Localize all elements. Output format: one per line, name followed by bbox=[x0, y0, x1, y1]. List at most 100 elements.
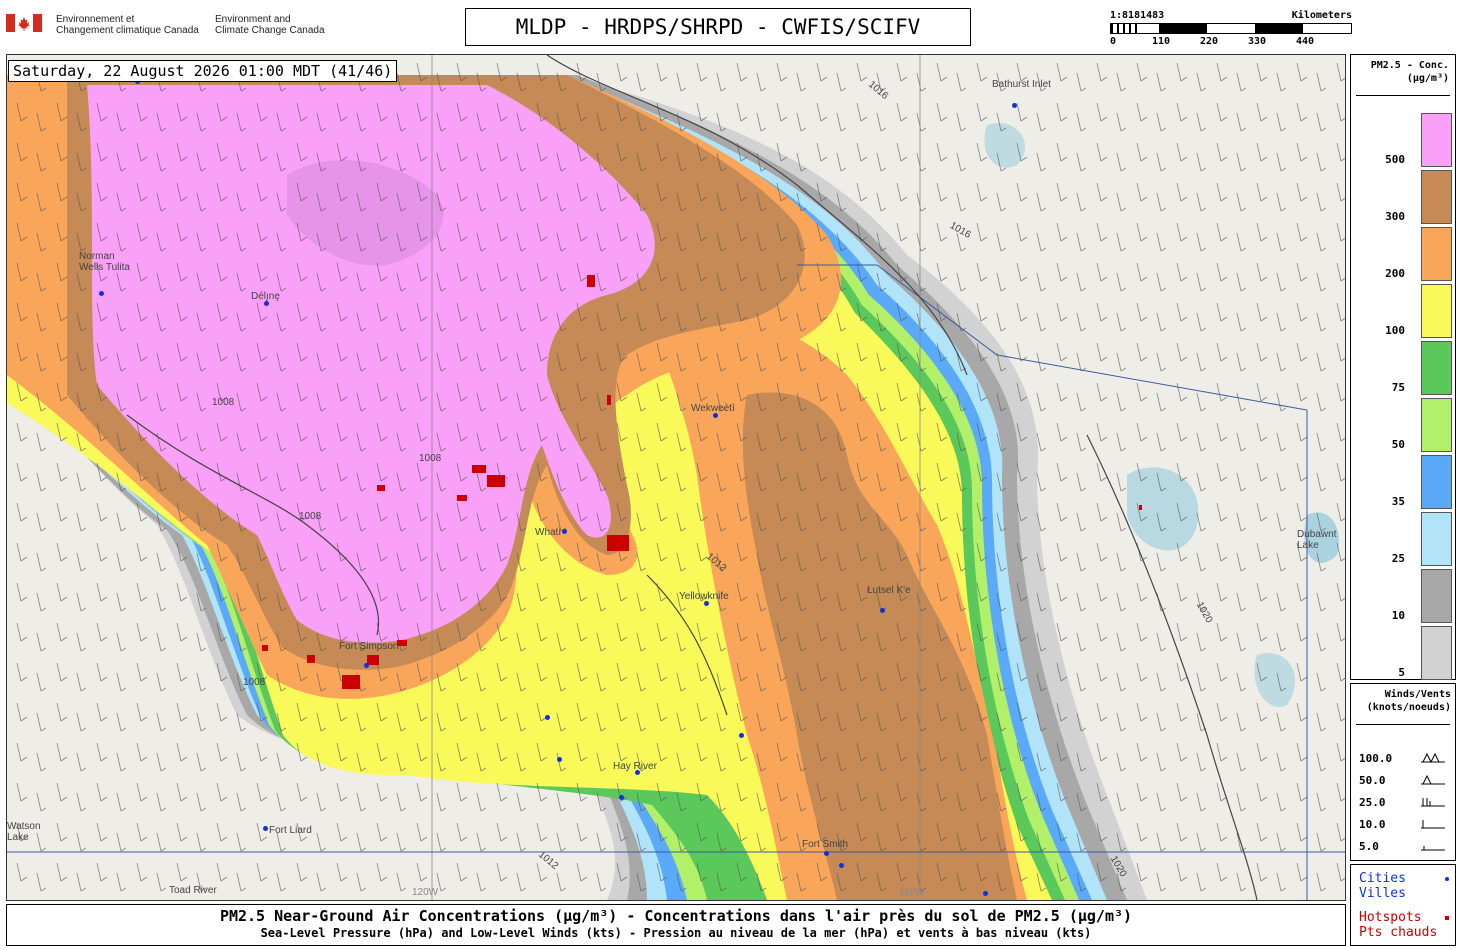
pts-chauds-label: Pts chauds bbox=[1359, 925, 1437, 940]
agency-fr-line2: Changement climatique Canada bbox=[56, 25, 199, 36]
map-panel[interactable]: Bathurst Inlet Norman Wells Tulita Délı̨… bbox=[6, 54, 1346, 901]
pm25-swatch bbox=[1421, 170, 1452, 224]
scale-graphic bbox=[1110, 23, 1352, 34]
hotspots-label-en: Hotspots bbox=[1359, 910, 1422, 925]
isobar-label: 1008 bbox=[243, 677, 266, 688]
city-label: Wekweètì bbox=[691, 403, 735, 414]
pm25-swatch bbox=[1421, 227, 1452, 281]
wind-speed-label: 50.0 bbox=[1359, 774, 1386, 787]
pm25-level-label: 200 bbox=[1385, 267, 1405, 280]
meridian-label: 110W bbox=[899, 887, 925, 898]
product-title: MLDP - HRDPS/SHRPD - CWFIS/SCIFV bbox=[465, 8, 971, 46]
pm25-level-label: 300 bbox=[1385, 210, 1405, 223]
scale-tick: 330 bbox=[1248, 36, 1267, 47]
pm25-swatch bbox=[1421, 626, 1452, 680]
city-label: Norman Wells Tulita bbox=[79, 251, 130, 273]
pm25-swatch bbox=[1421, 569, 1452, 623]
forecast-timestamp: Saturday, 22 August 2026 01:00 MDT (41/4… bbox=[8, 60, 398, 82]
city-dot[interactable] bbox=[824, 851, 829, 856]
city-dot[interactable] bbox=[545, 715, 550, 720]
city-dot[interactable] bbox=[739, 733, 744, 738]
city-marker-icon bbox=[1445, 877, 1449, 881]
pm25-swatch bbox=[1421, 512, 1452, 566]
pm25-level-label: 500 bbox=[1385, 153, 1405, 166]
wind-speed-label: 100.0 bbox=[1359, 752, 1393, 765]
wind-legend: Winds/Vents (knots/noeuds) 100.0 50.0 25… bbox=[1350, 683, 1456, 861]
agency-en-line1: Environment and bbox=[215, 14, 291, 25]
city-label: Bathurst Inlet bbox=[992, 79, 1051, 90]
legend-divider bbox=[1356, 95, 1450, 96]
city-dot[interactable] bbox=[839, 863, 844, 868]
city-label: Łutsel K'e bbox=[867, 585, 911, 596]
agency-name-en: Environment and Climate Change Canada bbox=[215, 14, 325, 36]
city-dot[interactable] bbox=[364, 663, 369, 668]
pm25-level-label: 75 bbox=[1391, 381, 1405, 394]
caption-line1: PM2.5 Near-Ground Air Concentrations (µg… bbox=[219, 907, 1133, 925]
villes-label: Villes bbox=[1359, 886, 1406, 901]
isobar-label: 1008 bbox=[212, 397, 235, 408]
villes-label-fr: Villes bbox=[1359, 886, 1406, 901]
scale-unit: Kilometers bbox=[1291, 10, 1352, 21]
pm25-level-label: 100 bbox=[1385, 324, 1405, 337]
hotspots-label: Hotspots bbox=[1359, 910, 1422, 925]
city-dot[interactable] bbox=[562, 529, 567, 534]
wind-speed-label: 25.0 bbox=[1359, 796, 1386, 809]
cities-label: Cities bbox=[1359, 871, 1406, 886]
wind-speed-label: 10.0 bbox=[1359, 818, 1386, 831]
city-label: Watson Lake bbox=[7, 821, 41, 843]
city-dot[interactable] bbox=[263, 826, 268, 831]
city-label: Fort Liard bbox=[269, 825, 312, 836]
city-dot[interactable] bbox=[619, 795, 624, 800]
canada-flag-icon bbox=[6, 14, 42, 32]
city-dot[interactable] bbox=[99, 291, 104, 296]
wind-row-50: 50.0 bbox=[1359, 774, 1386, 787]
legend-divider bbox=[1356, 724, 1450, 725]
pm25-legend-title: PM2.5 - Conc. (µg/m³) bbox=[1351, 59, 1455, 85]
pm25-swatch bbox=[1421, 113, 1452, 167]
pm25-level-label: 25 bbox=[1391, 552, 1405, 565]
wind-barb-icon bbox=[1421, 752, 1445, 851]
scale-tick: 220 bbox=[1200, 36, 1219, 47]
scale-bar: 1:8181483 Kilometers 0 110 220 330 440 bbox=[1110, 10, 1352, 50]
pm25-legend-title-line2: (µg/m³) bbox=[1406, 73, 1449, 84]
smoke-concentration-map bbox=[7, 55, 1345, 900]
city-dot[interactable] bbox=[880, 608, 885, 613]
scale-tick: 110 bbox=[1152, 36, 1171, 47]
agency-fr-line1: Environnement et bbox=[56, 14, 135, 25]
city-dot[interactable] bbox=[635, 770, 640, 775]
wind-legend-title-line1: Winds/Vents bbox=[1384, 689, 1451, 700]
city-dot[interactable] bbox=[264, 301, 269, 306]
pm25-level-label: 5 bbox=[1398, 666, 1405, 679]
pm25-level-label: 35 bbox=[1391, 495, 1405, 508]
isobar-label: 1008 bbox=[299, 511, 322, 522]
city-dot[interactable] bbox=[557, 757, 562, 762]
city-label: Fort Smith bbox=[802, 839, 849, 850]
city-label: Whatì bbox=[535, 527, 562, 538]
meridian-label: 120W bbox=[412, 887, 439, 898]
agency-en-line2: Climate Change Canada bbox=[215, 25, 325, 36]
points-legend: Cities Villes Hotspots Pts chauds bbox=[1350, 864, 1456, 946]
city-dot[interactable] bbox=[1012, 103, 1017, 108]
scale-ratio: 1:8181483 bbox=[1110, 10, 1165, 21]
wind-legend-title-line2: (knots/noeuds) bbox=[1366, 702, 1451, 713]
city-label: Fort Simpson bbox=[339, 641, 399, 652]
wind-legend-title: Winds/Vents (knots/noeuds) bbox=[1367, 688, 1451, 714]
caption-line2: Sea-Level Pressure (hPa) and Low-Level W… bbox=[260, 926, 1092, 940]
caption: PM2.5 Near-Ground Air Concentrations (µg… bbox=[6, 904, 1346, 946]
isobar-label: 1008 bbox=[419, 453, 442, 464]
city-label: Toad River bbox=[169, 885, 217, 896]
wind-row-5: 5.0 bbox=[1359, 840, 1379, 853]
city-dot[interactable] bbox=[983, 891, 988, 896]
wind-speed-label: 5.0 bbox=[1359, 840, 1379, 853]
pts-chauds-label-fr: Pts chauds bbox=[1359, 925, 1438, 940]
scale-tick: 0 bbox=[1110, 36, 1117, 47]
pm25-swatch bbox=[1421, 284, 1452, 338]
city-dot[interactable] bbox=[713, 413, 718, 418]
city-dot[interactable] bbox=[704, 601, 709, 606]
pm25-legend-title-line1: PM2.5 - Conc. bbox=[1370, 60, 1449, 71]
pm25-swatch bbox=[1421, 398, 1452, 452]
wind-row-25: 25.0 bbox=[1359, 796, 1386, 809]
pm25-level-label: 10 bbox=[1391, 609, 1405, 622]
pm25-swatch bbox=[1421, 341, 1452, 395]
pm25-level-label: 50 bbox=[1391, 438, 1405, 451]
